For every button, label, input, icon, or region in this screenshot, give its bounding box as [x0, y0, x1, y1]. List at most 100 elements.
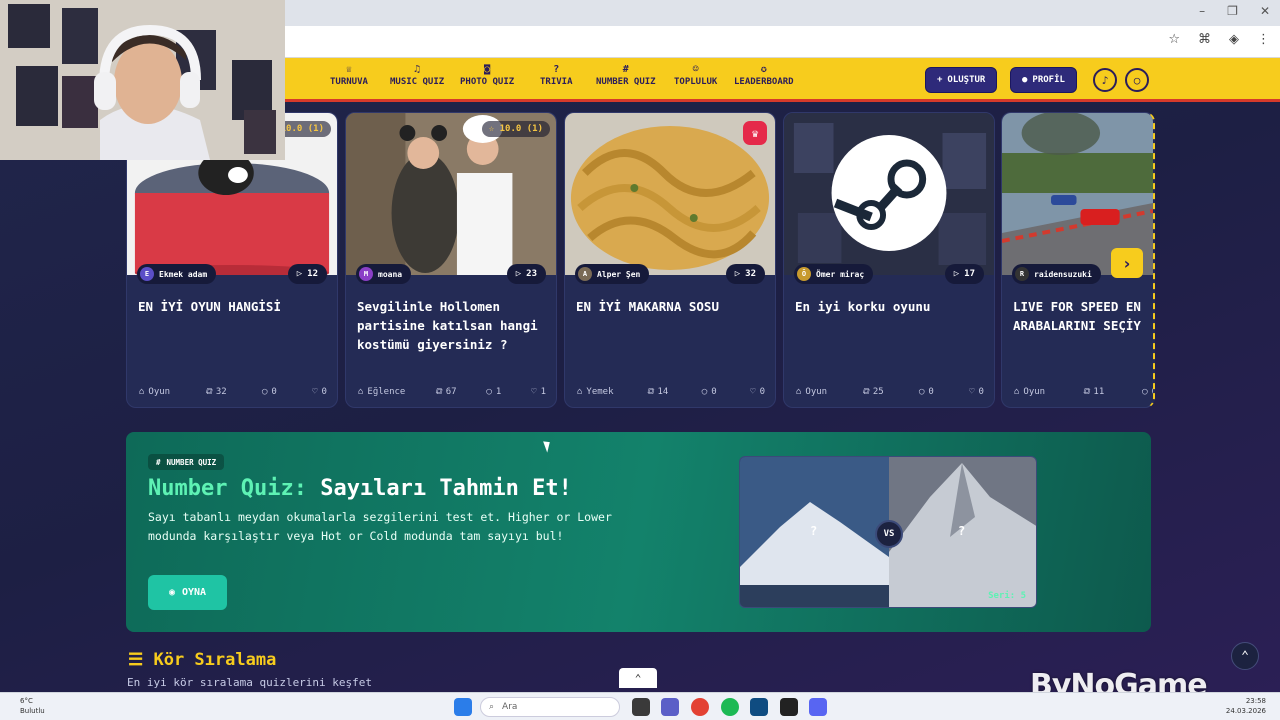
list-icon: ☰ — [128, 650, 154, 670]
section-subtitle: En iyi kör sıralama quizlerini keşfet — [127, 676, 373, 689]
quiz-card[interactable]: ☆ 10.0 (1) Mmoana ▷ 23 Sevgilinle Hollome… — [345, 112, 557, 408]
nav-item-number-quiz[interactable]: # NUMBER QUIZ — [596, 63, 656, 87]
title-rest: Sayıları Tahmin Et! — [306, 476, 572, 501]
section-title: ☰ Kör Sıralama — [128, 650, 276, 670]
number-quiz-tag: # NUMBER QUIZ — [148, 454, 225, 470]
taskbar-search[interactable]: ⌕ Ara — [480, 697, 620, 717]
close-icon[interactable]: ✕ — [1260, 4, 1270, 18]
profile-button[interactable]: ● PROFİL — [1010, 67, 1077, 93]
discord-icon[interactable] — [809, 698, 827, 716]
item-count: ⧉ 11 — [1083, 387, 1104, 397]
system-clock[interactable]: 23:58 24.03.2026 — [1226, 696, 1266, 716]
comment-count: ◯6 — [1142, 387, 1153, 397]
layers-icon: ⧉ — [435, 387, 442, 397]
card-thumbnail — [346, 113, 556, 275]
item-count: ⧉ 67 — [435, 387, 456, 397]
app-icon[interactable] — [750, 698, 768, 716]
card-title[interactable]: EN İYİ OYUN HANGİSİ — [138, 297, 330, 316]
right-unknown-value: ? — [958, 524, 965, 538]
profile-label: PROFİL — [1032, 75, 1065, 85]
card-title[interactable]: LIVE FOR SPEED EN ARABALARINI SEÇİY — [1013, 297, 1153, 335]
play-icon: ▷ — [515, 269, 522, 279]
window-controls: – ❐ ✕ — [1199, 4, 1270, 18]
heart-icon: ♡ — [531, 387, 537, 397]
bookmark-star-icon[interactable]: ☆ — [1168, 32, 1180, 47]
comment-count: ◯ 0 — [262, 387, 277, 397]
layers-icon: ⧉ — [205, 387, 212, 397]
card-title[interactable]: EN İYİ MAKARNA SOSU — [576, 297, 768, 316]
author-name: Ekmek adam — [159, 269, 208, 279]
like-count[interactable]: ♡ 0 — [969, 387, 984, 397]
layers-icon: ⧉ — [862, 387, 869, 397]
author-chip[interactable]: Mmoana — [356, 264, 412, 284]
search-icon: ⌕ — [489, 702, 495, 712]
play-button[interactable]: ◉ OYNA — [148, 575, 227, 610]
category-icon: ⌂ — [1014, 387, 1020, 397]
comment-icon: ◯ — [701, 387, 708, 397]
quiz-card[interactable]: Ö Ömer miraç ▷ 17 En iyi korku oyunu ⌂ Oyun… — [783, 112, 995, 408]
nav-label: LEADERBOARD — [734, 77, 794, 87]
card-footer: ⌂Oyun ⧉11 ◯6 — [1014, 387, 1153, 397]
item-count-value: 32 — [215, 387, 227, 397]
item-count: ⧉ 32 — [205, 387, 226, 397]
author-chip[interactable]: Rraidensuzuki — [1012, 264, 1101, 284]
category-icon: ⌂ — [358, 387, 364, 397]
item-count-value: 14 — [657, 387, 669, 397]
obs-icon[interactable] — [780, 698, 798, 716]
nav-item-music-quiz[interactable]: ♫ MUSIC QUIZ — [390, 63, 444, 87]
search-icon[interactable]: ○ — [1125, 68, 1149, 92]
nav-item-leaderboard[interactable]: ✪ LEADERBOARD — [734, 63, 794, 87]
category-label: Oyun — [148, 387, 171, 397]
item-count: ⧉ 25 — [862, 387, 883, 397]
comment-icon: ◯ — [918, 387, 925, 397]
author-chip[interactable]: E Ekmek adam — [137, 264, 217, 284]
avatar: R — [1015, 267, 1029, 281]
author-chip[interactable]: Ö Ömer miraç — [794, 264, 874, 284]
chevron-up-icon[interactable]: ⌃ — [619, 668, 657, 688]
minimize-icon[interactable]: – — [1199, 4, 1205, 18]
nav-item-turnuva[interactable]: ♕ TURNUVA — [330, 63, 368, 87]
category-label: Oyun — [805, 387, 828, 397]
banner-title: Number Quiz: Sayıları Tahmin Et! — [148, 476, 572, 501]
higher-lower-preview[interactable]: ? ? VS Seri: 5 — [739, 456, 1037, 608]
rating-value: 10.0 (1) — [499, 124, 543, 134]
teams-icon[interactable] — [661, 698, 679, 716]
extension-icon[interactable]: ◈ — [1229, 32, 1239, 47]
like-count-value: 0 — [321, 387, 327, 397]
task-view-icon[interactable] — [632, 698, 650, 716]
like-count[interactable]: ♡ 1 — [531, 387, 546, 397]
author-name: Alper Şen — [597, 269, 641, 279]
category-label: Oyun — [1023, 387, 1046, 397]
play-count: ▷ 17 — [944, 264, 984, 284]
card-title[interactable]: En iyi korku oyunu — [795, 297, 987, 316]
like-count[interactable]: ♡ 0 — [750, 387, 765, 397]
carousel-next-button[interactable]: › — [1111, 248, 1143, 278]
quiz-card[interactable]: ♛ A Alper Şen ▷ 32 EN İYİ MAKARNA SOSU ⌂ Ye… — [564, 112, 776, 408]
scroll-top-button[interactable]: ⌃ — [1231, 642, 1259, 670]
like-count[interactable]: ♡ 0 — [312, 387, 327, 397]
create-button[interactable]: + OLUŞTUR — [925, 67, 998, 93]
nav-item-trivia[interactable]: ? TRIVIA — [540, 63, 573, 87]
comment-icon: ◯ — [261, 387, 268, 397]
maximize-icon[interactable]: ❐ — [1227, 4, 1238, 18]
play-count: ▷ 32 — [725, 264, 765, 284]
webcam-overlay — [0, 0, 285, 160]
play-circle-icon: ◉ — [168, 587, 175, 598]
chrome-icon[interactable] — [691, 698, 709, 716]
card-footer: ⌂ Yemek ⧉ 14 ◯ 0 ♡ 0 — [577, 387, 765, 397]
windows-start-icon[interactable] — [454, 698, 472, 716]
question-icon: ? — [553, 64, 560, 75]
nav-item-topluluk[interactable]: ☺ TOPLULUK — [674, 63, 717, 87]
users-icon: ☺ — [692, 64, 699, 75]
nav-item-photo-quiz[interactable]: ◙ PHOTO QUIZ — [460, 63, 514, 87]
menu-dots-icon[interactable]: ⋮ — [1257, 32, 1270, 47]
bell-icon[interactable]: ♪ — [1093, 68, 1117, 92]
author-chip[interactable]: A Alper Şen — [575, 264, 650, 284]
spotify-icon[interactable] — [721, 698, 739, 716]
hash-icon: # — [156, 457, 161, 467]
card-title[interactable]: Sevgilinle Hollomen partisine katılsan h… — [357, 297, 549, 354]
weather-widget[interactable]: 6°C Bulutlu — [20, 696, 45, 716]
translate-icon[interactable]: ⌘ — [1198, 32, 1211, 47]
clock-date: 24.03.2026 — [1225, 707, 1266, 715]
site-nav: ♕ TURNUVA ♫ MUSIC QUIZ ◙ PHOTO QUIZ ? TRIVIA… — [285, 58, 1280, 102]
